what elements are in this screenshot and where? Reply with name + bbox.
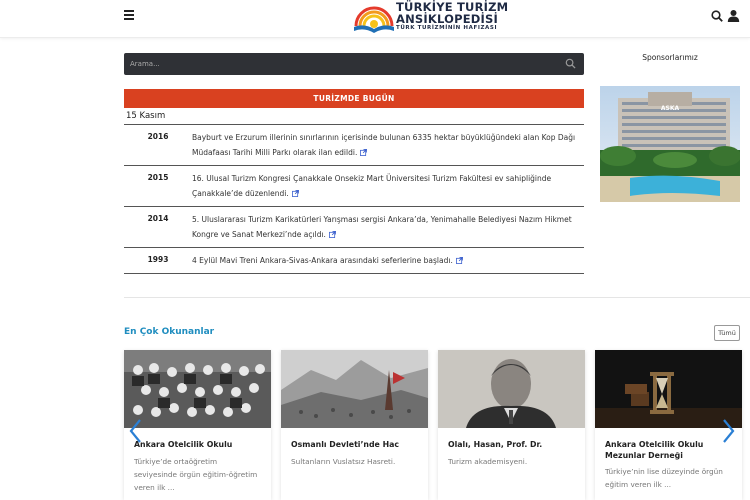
external-link-icon[interactable] <box>455 257 463 264</box>
event-row: 2016 Bayburt ve Erzurum illerinin sınırl… <box>124 124 584 165</box>
external-link-icon[interactable] <box>328 231 336 238</box>
sponsor-logo-text: ASKA <box>661 105 680 112</box>
logo-tagline: TÜRK TURİZMİNİN HAFIZASI <box>396 25 498 31</box>
today-section-title: TURİZMDE BUGÜN <box>124 89 584 108</box>
section-divider <box>124 297 750 298</box>
event-text: 5. Uluslararası Turizm Karikatürleri Yar… <box>192 212 584 242</box>
today-date: 15 Kasım <box>126 111 166 121</box>
card-description: Turizm akademisyeni. <box>448 457 528 466</box>
card-description: Sultanların Vuslatsız Hasreti. <box>291 457 396 466</box>
card-image <box>595 350 742 428</box>
card-title: Ankara Otelcilik Okulu Mezunlar Derneği <box>605 440 704 460</box>
search-input[interactable] <box>130 56 550 72</box>
card-description: Türkiye’de ortaöğretim seviyesinde örgün… <box>134 457 258 492</box>
external-link-icon[interactable] <box>360 149 368 156</box>
sponsor-hotel-image: ASKA <box>600 86 740 202</box>
sponsor-title: Sponsorlarımız <box>642 53 698 62</box>
card-title: Osmanlı Devleti’nde Hac <box>291 440 399 449</box>
event-year: 1993 <box>147 255 169 264</box>
event-description: 16. Ulusal Turizm Kongresi Çanakkale Ons… <box>192 174 552 198</box>
article-card[interactable]: Osmanlı Devleti’nde Hac Sultanların Vusl… <box>281 350 428 500</box>
popular-section-title: En Çok Okunanlar <box>124 327 215 337</box>
site-logo[interactable]: TÜRKİYE TURİZM ANSİKLOPEDİSİ TÜRK TURİZM… <box>352 0 508 34</box>
carousel-prev-arrow-icon[interactable] <box>128 418 142 444</box>
event-row: 2014 5. Uluslararası Turizm Karikatürler… <box>124 206 584 247</box>
events-list: 2016 Bayburt ve Erzurum illerinin sınırl… <box>124 124 584 274</box>
article-card[interactable]: Ankara Otelcilik Okulu Mezunlar Derneği … <box>595 350 742 500</box>
card-image <box>438 350 585 428</box>
event-row: 2015 16. Ulusal Turizm Kongresi Çanakkal… <box>124 165 584 206</box>
event-year: 2016 <box>147 132 169 141</box>
external-link-icon[interactable] <box>291 190 299 197</box>
event-year: 2014 <box>147 214 169 223</box>
menu-icon[interactable] <box>124 10 136 22</box>
article-card[interactable]: Ankara Otelcilik Okulu Türkiye’de ortaöğ… <box>124 350 271 500</box>
view-all-button[interactable]: Tümü <box>714 325 740 341</box>
card-image <box>281 350 428 428</box>
event-description: Bayburt ve Erzurum illerinin sınırlarını… <box>192 133 576 157</box>
search-bar <box>124 53 584 75</box>
user-icon[interactable] <box>727 9 740 22</box>
card-image <box>124 350 271 428</box>
article-card[interactable]: Olalı, Hasan, Prof. Dr. Turizm akademisy… <box>438 350 585 500</box>
search-submit-icon[interactable] <box>565 58 576 69</box>
sponsor-banner[interactable]: ASKA <box>600 86 740 202</box>
top-header: TÜRKİYE TURİZM ANSİKLOPEDİSİ TÜRK TURİZM… <box>0 0 750 38</box>
event-text: 4 Eylül Mavi Treni Ankara-Sivas-Ankara a… <box>192 253 584 268</box>
logo-title-line2: ANSİKLOPEDİSİ <box>396 12 498 26</box>
event-row: 1993 4 Eylül Mavi Treni Ankara-Sivas-Ank… <box>124 247 584 274</box>
event-year: 2015 <box>147 173 169 182</box>
event-description: 5. Uluslararası Turizm Karikatürleri Yar… <box>192 215 572 239</box>
carousel-next-arrow-icon[interactable] <box>722 418 736 444</box>
logo-emblem-icon <box>354 6 394 33</box>
search-icon[interactable] <box>711 10 723 22</box>
card-title: Ankara Otelcilik Okulu <box>134 440 233 449</box>
card-title: Olalı, Hasan, Prof. Dr. <box>448 440 543 449</box>
event-text: Bayburt ve Erzurum illerinin sınırlarını… <box>192 130 584 160</box>
event-description: 4 Eylül Mavi Treni Ankara-Sivas-Ankara a… <box>192 256 453 265</box>
event-text: 16. Ulusal Turizm Kongresi Çanakkale Ons… <box>192 171 584 201</box>
card-description: Türkiye’nin lise düzeyinde örgün eğitim … <box>605 467 723 489</box>
